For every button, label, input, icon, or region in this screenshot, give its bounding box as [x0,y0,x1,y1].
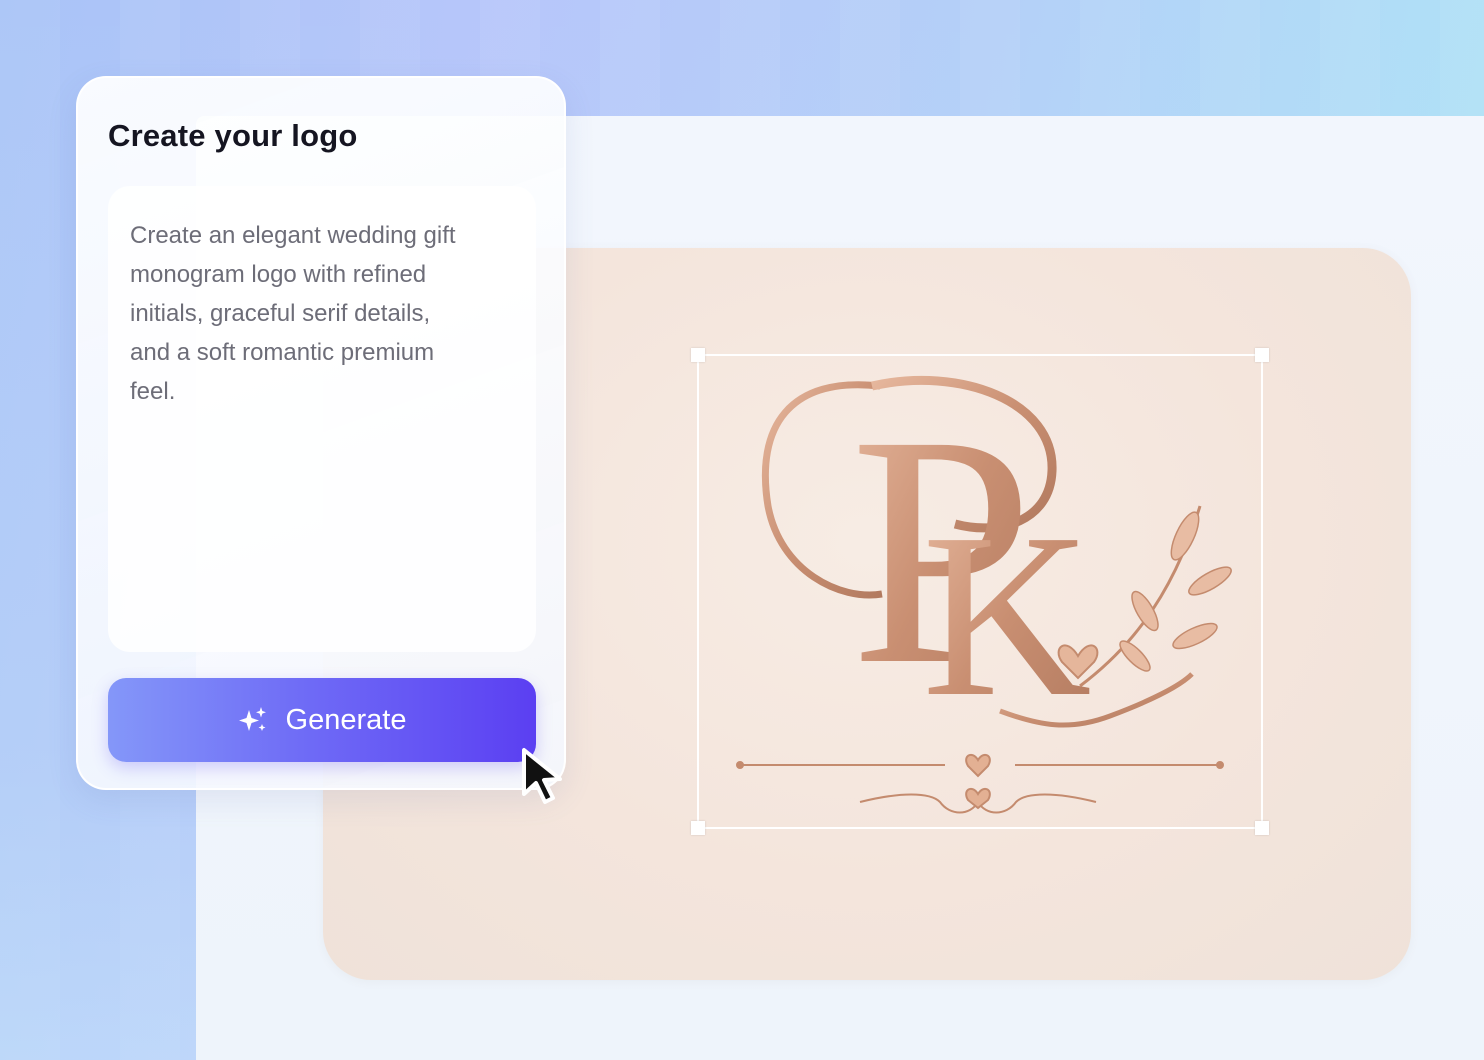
arrow-cursor-icon [522,748,562,804]
resize-handle-bottom-right[interactable] [1255,821,1269,835]
generate-button[interactable]: Generate [108,678,536,762]
generate-button-label: Generate [285,703,407,736]
resize-handle-top-right[interactable] [1255,348,1269,362]
prompt-text: Create an elegant wedding gift monogram … [130,222,456,405]
resize-handle-bottom-left[interactable] [691,821,705,835]
resize-handle-top-left[interactable] [691,348,705,362]
prompt-input[interactable]: Create an elegant wedding gift monogram … [108,186,536,652]
selection-box[interactable] [691,348,1269,835]
panel-title: Create your logo [108,118,358,153]
sparkle-icon [238,707,266,731]
create-logo-panel: Create your logo Create an elegant weddi… [76,76,566,790]
